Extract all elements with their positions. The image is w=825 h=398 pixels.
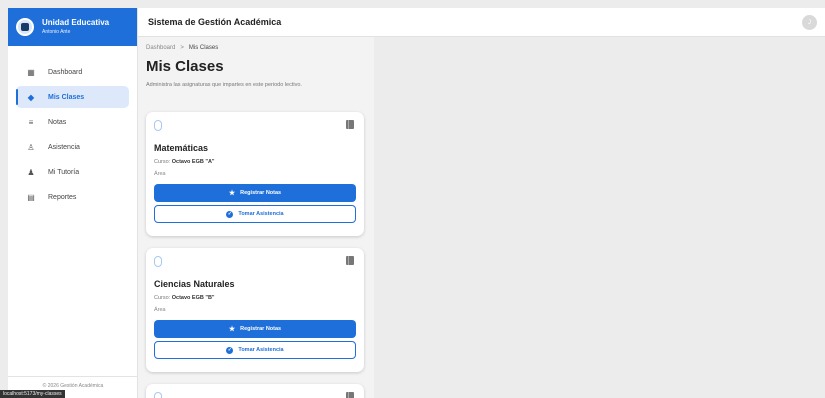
book-icon (346, 256, 354, 265)
sidebar-item-notas[interactable]: ≡ Notas (16, 111, 129, 133)
class-subject: Matemáticas (154, 143, 209, 153)
sidebar-nav: ▦ Dashboard ◆ Mis Clases ≡ Notas ♙ Asist… (8, 46, 137, 208)
attendance-icon: ♙ (27, 142, 35, 152)
sidebar-item-reportes[interactable]: ▤ Reportes (16, 186, 129, 208)
brand-user: Antonio Ante (42, 29, 71, 35)
star-icon: ★ (228, 190, 236, 197)
sidebar-item-dashboard[interactable]: ▦ Dashboard (16, 61, 129, 83)
book-icon (346, 120, 354, 129)
dashboard-icon: ▦ (27, 67, 35, 77)
sidebar-item-label: Asistencia (48, 143, 80, 151)
app-title: Sistema de Gestión Académica (148, 17, 282, 27)
sidebar-item-label: Notas (48, 118, 67, 126)
take-attendance-label: Tomar Asistencia (238, 347, 284, 353)
sidebar-item-mis-clases[interactable]: ◆ Mis Clases (16, 86, 129, 108)
check-circle-icon: ✓ (226, 210, 234, 218)
breadcrumb: Dashboard > Mis Clases (146, 45, 366, 51)
breadcrumb-separator: > (180, 45, 184, 51)
take-attendance-label: Tomar Asistencia (238, 211, 284, 217)
notes-icon: ≡ (28, 117, 34, 127)
sidebar-item-label: Dashboard (48, 68, 83, 76)
top-bar: Sistema de Gestión Académica J (138, 8, 825, 37)
school-logo-icon (16, 18, 34, 36)
sidebar-item-mi-tutoria[interactable]: ♟ Mi Tutoría (16, 161, 129, 183)
class-course: Curso: Octavo EGB "B" (154, 295, 356, 301)
breadcrumb-root[interactable]: Dashboard (146, 45, 175, 51)
sidebar-item-asistencia[interactable]: ♙ Asistencia (16, 136, 129, 158)
avatar[interactable]: J (802, 15, 817, 30)
sidebar-item-label: Reportes (48, 193, 77, 201)
course-value: Octavo EGB "A" (171, 159, 215, 165)
course-value: Octavo EGB "B" (171, 295, 215, 301)
course-label: Curso: (154, 295, 171, 301)
class-card: Ciencias Naturales Curso: Octavo EGB "B"… (146, 248, 364, 372)
badge-icon (154, 256, 162, 267)
class-course: Curso: Octavo EGB "A" (154, 159, 356, 165)
register-grades-button[interactable]: ★ Registrar Notas (154, 184, 356, 202)
class-card (146, 384, 364, 398)
check-circle-icon: ✓ (226, 346, 234, 354)
badge-icon (154, 392, 162, 398)
sidebar-item-label: Mis Clases (48, 93, 85, 101)
class-area: Área (154, 171, 166, 177)
star-icon: ★ (228, 326, 236, 333)
page-title: Mis Clases (146, 58, 224, 75)
class-area: Área (154, 307, 166, 313)
page-subtitle: Administra las asignaturas que impartes … (146, 82, 302, 88)
sidebar-item-label: Mi Tutoría (48, 168, 80, 176)
take-attendance-button[interactable]: ✓ Tomar Asistencia (154, 205, 356, 223)
class-subject: Ciencias Naturales (154, 279, 235, 289)
brand-name: Unidad Educativa (42, 18, 110, 27)
register-grades-label: Registrar Notas (240, 326, 282, 332)
people-icon: ♟ (27, 167, 35, 177)
register-grades-label: Registrar Notas (240, 190, 282, 196)
course-label: Curso: (154, 159, 171, 165)
book-icon (346, 392, 354, 398)
brand-header: Unidad Educativa Antonio Ante (8, 8, 137, 46)
register-grades-button[interactable]: ★ Registrar Notas (154, 320, 356, 338)
graduation-cap-icon: ◆ (27, 92, 35, 102)
status-bar-url: localhost:5173/my-classes (0, 390, 65, 398)
chart-icon: ▤ (27, 192, 35, 202)
sidebar: Unidad Educativa Antonio Ante ▦ Dashboar… (8, 8, 138, 398)
breadcrumb-current: Mis Clases (188, 45, 219, 51)
badge-icon (154, 120, 162, 131)
take-attendance-button[interactable]: ✓ Tomar Asistencia (154, 341, 356, 359)
class-card: Matemáticas Curso: Octavo EGB "A" Área ★… (146, 112, 364, 236)
